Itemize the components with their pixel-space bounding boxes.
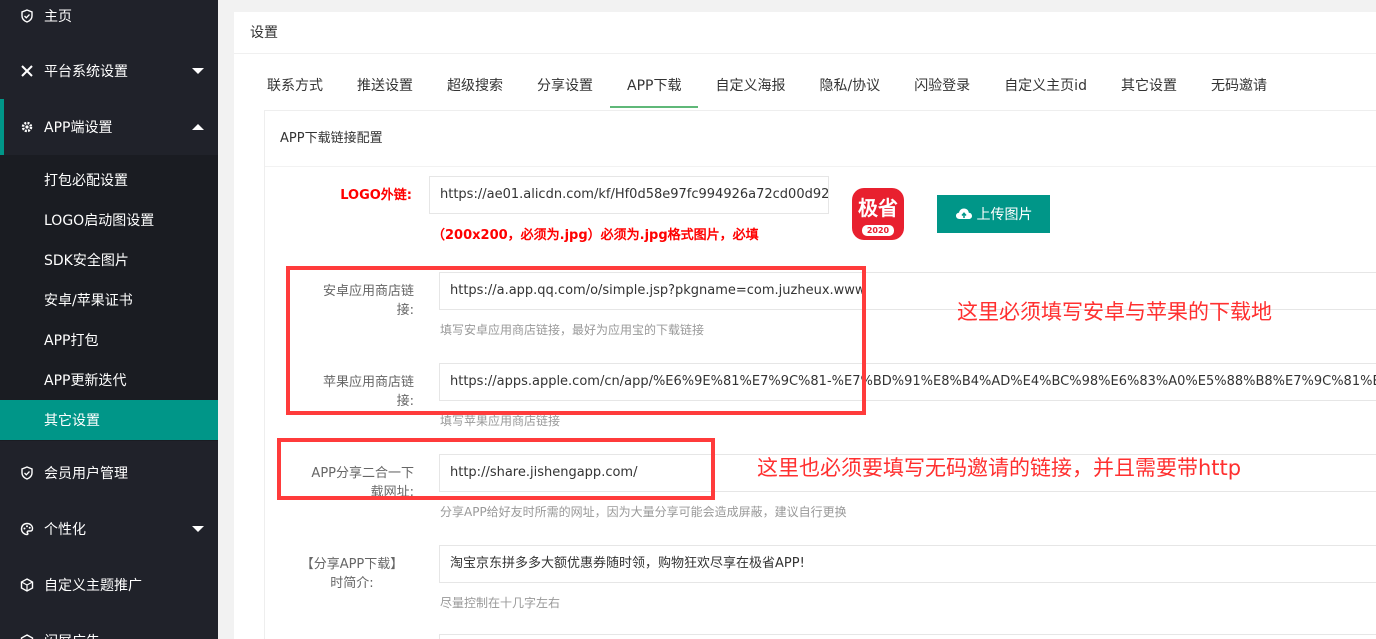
tab-bar: 联系方式 推送设置 超级搜索 分享设置 APP下载 自定义海报 隐私/协议 闪验…: [250, 72, 1284, 108]
tab-privacy[interactable]: 隐私/协议: [802, 72, 897, 108]
sidebar-subitem-certificates[interactable]: 安卓/苹果证书: [0, 280, 218, 320]
share-url-hint: 分享APP给好友时所需的网址，因为大量分享可能会造成屏蔽，建议自行更换: [440, 505, 847, 519]
sidebar-item-app-settings[interactable]: APP端设置: [0, 99, 218, 155]
logo-label: LOGO外链:: [340, 188, 412, 203]
sidebar-subitem-label: 安卓/苹果证书: [44, 293, 133, 309]
tab-invite-code-free[interactable]: 无码邀请: [1194, 72, 1284, 108]
share-intro-label: 【分享APP下载】 时简介:: [290, 555, 414, 593]
label-line: 【分享APP下载】: [300, 557, 404, 572]
sidebar-subitem-other-settings[interactable]: 其它设置: [0, 400, 218, 440]
page-title: 设置: [234, 12, 1376, 54]
sidebar-item-personalization[interactable]: 个性化: [0, 501, 218, 557]
sidebar-subitem-label: 打包必配设置: [44, 173, 128, 189]
upload-image-button[interactable]: 上传图片: [937, 195, 1050, 233]
tab-custom-homepage-id[interactable]: 自定义主页id: [987, 72, 1104, 108]
section-title: APP下载链接配置: [265, 111, 1376, 167]
sidebar-subitem-label: 其它设置: [44, 413, 100, 429]
sidebar-subitem-label: LOGO启动图设置: [44, 213, 155, 229]
chevron-down-icon: [192, 526, 204, 532]
sidebar-item-label: 主页: [44, 9, 72, 25]
sidebar-subitem-app-packaging[interactable]: APP打包: [0, 320, 218, 360]
sidebar-item-platform-settings[interactable]: 平台系统设置: [0, 43, 218, 99]
gear-icon: [20, 120, 34, 134]
sidebar-subitem-label: APP更新迭代: [44, 373, 127, 389]
annotation-box-share-url: [277, 438, 715, 500]
annotation-text-store-links: 这里必须填写安卓与苹果的下载地: [957, 300, 1272, 324]
logo-hint: （200x200，必须为.jpg）必须为.jpg格式图片，必填: [432, 228, 759, 243]
sidebar-item-label: 平台系统设置: [44, 64, 128, 80]
upload-button-label: 上传图片: [976, 207, 1033, 223]
sidebar-subitem-packaging[interactable]: 打包必配设置: [0, 160, 218, 200]
tab-contact[interactable]: 联系方式: [250, 72, 340, 108]
tab-push[interactable]: 推送设置: [340, 72, 430, 108]
tab-app-download[interactable]: APP下载: [610, 72, 699, 108]
tab-other-settings[interactable]: 其它设置: [1104, 72, 1194, 108]
tab-share[interactable]: 分享设置: [520, 72, 610, 108]
sidebar-item-label: APP端设置: [44, 120, 113, 136]
share-intro-hint: 尽量控制在十几字左右: [440, 596, 561, 610]
shield-icon: [20, 9, 34, 23]
cube-icon: [20, 578, 34, 592]
share-intro-input[interactable]: 淘宝京东拼多多大额优惠券随时领，购物狂欢尽享在极省APP!: [439, 545, 1376, 583]
sidebar-item-label: 闪屏广告: [44, 631, 100, 639]
app-logo-preview: 极省 2020: [852, 188, 904, 240]
tools-icon: [20, 64, 34, 78]
logo-preview-year: 2020: [862, 225, 894, 236]
label-line: 时简介:: [330, 576, 374, 591]
annotation-text-share-url: 这里也必须要填写无码邀请的链接，并且需要带http: [757, 456, 1242, 480]
logo-preview-text: 极省: [858, 196, 898, 220]
next-field-input[interactable]: [439, 634, 1376, 639]
cloud-upload-icon: [955, 208, 972, 219]
logo-url-input[interactable]: https://ae01.alicdn.com/kf/Hf0d58e97fc99…: [429, 176, 829, 214]
sidebar-item-members[interactable]: 会员用户管理: [0, 445, 218, 501]
sidebar-subitem-app-updates[interactable]: APP更新迭代: [0, 360, 218, 400]
tab-super-search[interactable]: 超级搜索: [430, 72, 520, 108]
sidebar-item-label: 自定义主题推广: [44, 578, 142, 594]
palette-icon: [20, 522, 34, 536]
sidebar-item-label: 个性化: [44, 522, 86, 538]
sidebar-item-splash-ads[interactable]: 闪屏广告: [0, 613, 218, 639]
tab-custom-poster[interactable]: 自定义海报: [698, 72, 802, 108]
sidebar-subitem-logo-splash[interactable]: LOGO启动图设置: [0, 200, 218, 240]
sidebar-subitem-sdk-image[interactable]: SDK安全图片: [0, 240, 218, 280]
sidebar-item-custom-theme[interactable]: 自定义主题推广: [0, 557, 218, 613]
sidebar-item-label: 会员用户管理: [44, 466, 128, 482]
chevron-down-icon: [192, 68, 204, 74]
sidebar: 主页 平台系统设置 APP端设置 打包必配设置 LOGO启动图设置 SDK安全图…: [0, 0, 218, 639]
shield-icon: [20, 466, 34, 480]
sidebar-item-home[interactable]: 主页: [0, 0, 218, 44]
sidebar-subitem-label: APP打包: [44, 333, 99, 349]
sidebar-submenu: 打包必配设置 LOGO启动图设置 SDK安全图片 安卓/苹果证书 APP打包 A…: [0, 155, 218, 441]
sidebar-subitem-label: SDK安全图片: [44, 253, 129, 269]
chevron-up-icon: [192, 124, 204, 130]
annotation-box-store-links: [286, 266, 866, 415]
cube-icon: [20, 634, 34, 639]
tab-flash-login[interactable]: 闪验登录: [897, 72, 987, 108]
